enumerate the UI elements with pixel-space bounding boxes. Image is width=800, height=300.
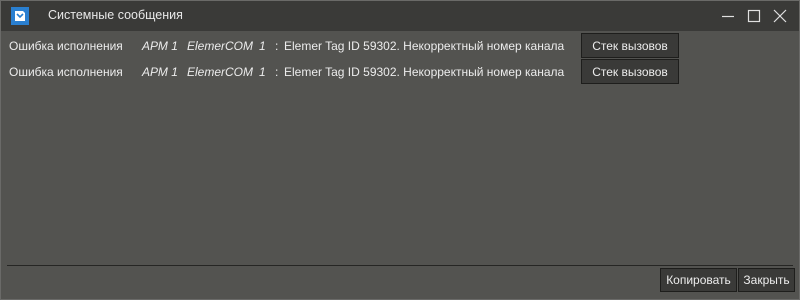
call-stack-button[interactable]: Стек вызовов	[581, 33, 679, 58]
message-workstation: АРМ 1	[142, 65, 178, 79]
maximize-button[interactable]	[741, 1, 767, 31]
message-text: Elemer Tag ID 59302. Некорректный номер …	[284, 65, 565, 79]
system-messages-window: Системные сообщения Ошибка исполнения АР…	[0, 0, 800, 300]
maximize-icon	[747, 9, 761, 23]
call-stack-button[interactable]: Стек вызовов	[581, 59, 679, 84]
message-component: ElemerCOM	[187, 39, 254, 53]
close-icon	[773, 9, 787, 23]
message-type: Ошибка исполнения	[9, 65, 123, 79]
message-row: Ошибка исполнения АРМ 1 ElemerCOM 1 : El…	[7, 59, 793, 85]
title-bar[interactable]: Системные сообщения	[1, 1, 799, 31]
close-window-button[interactable]	[767, 1, 793, 31]
message-number: 1	[259, 65, 266, 79]
message-type: Ошибка исполнения	[9, 39, 123, 53]
message-row: Ошибка исполнения АРМ 1 ElemerCOM 1 : El…	[7, 33, 793, 59]
window-title: Системные сообщения	[48, 8, 183, 22]
close-button[interactable]: Закрыть	[738, 268, 795, 292]
minimize-button[interactable]	[715, 1, 741, 31]
message-separator: :	[275, 39, 279, 53]
message-separator: :	[275, 65, 279, 79]
app-logo-icon	[11, 7, 29, 25]
messages-list: Ошибка исполнения АРМ 1 ElemerCOM 1 : El…	[7, 32, 793, 265]
message-number: 1	[259, 39, 266, 53]
message-text: Elemer Tag ID 59302. Некорректный номер …	[284, 39, 565, 53]
copy-button[interactable]: Копировать	[660, 268, 737, 292]
message-component: ElemerCOM	[187, 65, 254, 79]
footer-divider	[7, 265, 793, 266]
minimize-icon	[722, 15, 734, 18]
message-workstation: АРМ 1	[142, 39, 178, 53]
